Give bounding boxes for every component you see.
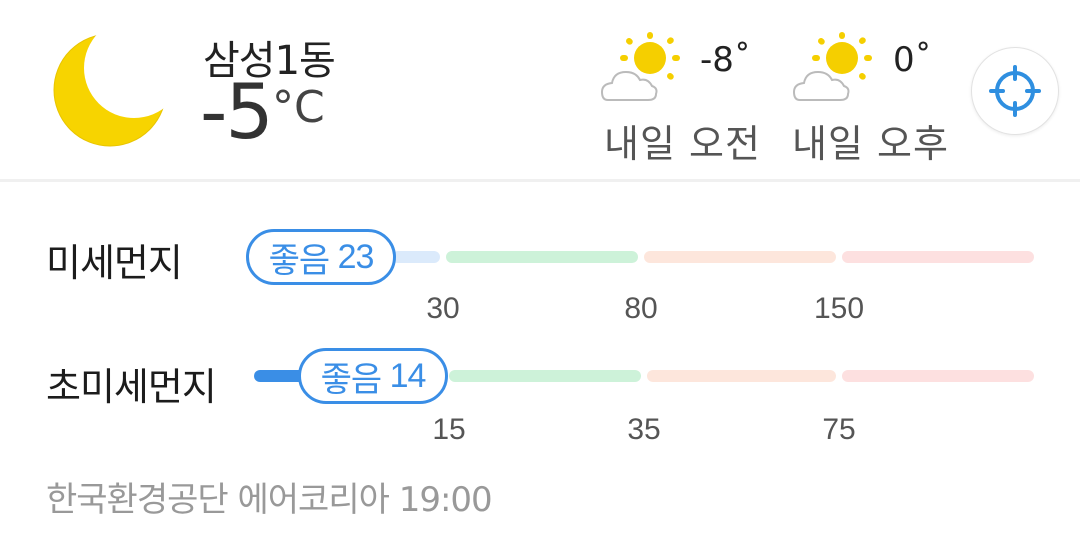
fine-dust-scale-good (392, 251, 440, 263)
ultrafine-dust-grade: 좋음 (320, 360, 383, 399)
moon-icon (53, 33, 167, 147)
fine-dust-value: 23 (337, 237, 375, 276)
partly-sunny-icon (792, 32, 872, 101)
fine-dust-tick: 150 (813, 292, 865, 325)
ultrafine-dust-label: 초미세먼지 (46, 365, 217, 409)
fine-dust-scale-bad (644, 251, 836, 263)
partly-sunny-icon (600, 32, 680, 101)
fine-dust-tick: 30 (426, 292, 460, 325)
forecast-temp-morning: -8˚ (700, 40, 751, 80)
fine-dust-scale-normal (446, 251, 638, 263)
current-temperature: -5 (200, 67, 274, 156)
ultrafine-dust-scale-normal (449, 370, 641, 382)
ultrafine-dust-scale-bad (647, 370, 836, 382)
ultrafine-dust-value: 14 (389, 356, 427, 395)
ultrafine-dust-tick: 35 (627, 413, 661, 446)
fine-dust-tick: 80 (624, 292, 658, 325)
current-weather-header: 삼성1동 -5 °C -8˚ 내일 오전 0˚ 내일 오후 (0, 0, 1080, 180)
fine-dust-label: 미세먼지 (46, 241, 183, 285)
forecast-temp-afternoon: 0˚ (893, 40, 932, 80)
ultrafine-dust-scale-very-bad (842, 370, 1034, 382)
ultrafine-dust-badge: 좋음 14 (298, 348, 448, 404)
fine-dust-grade: 좋음 (268, 241, 331, 280)
fine-dust-badge: 좋음 23 (246, 229, 396, 285)
header-divider (0, 179, 1080, 182)
temperature-unit: °C (272, 82, 325, 133)
ultrafine-dust-tick: 75 (822, 413, 856, 446)
crosshair-icon (989, 65, 1041, 117)
current-location-button[interactable] (971, 47, 1059, 135)
fine-dust-scale-very-bad (842, 251, 1034, 263)
ultrafine-dust-tick: 15 (432, 413, 466, 446)
forecast-label-morning: 내일 오전 (604, 122, 761, 166)
forecast-label-afternoon: 내일 오후 (792, 122, 949, 166)
data-source-text: 한국환경공단 에어코리아 19:00 (46, 480, 493, 520)
